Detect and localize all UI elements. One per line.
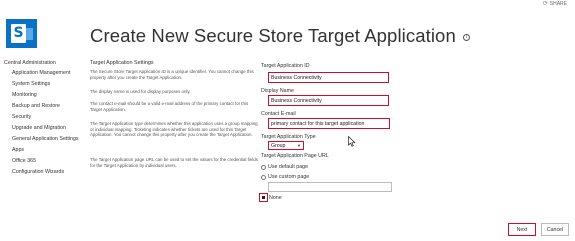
radio-default-page-circle[interactable] [261,164,266,170]
app-type-value: Group [271,142,286,149]
app-id-input[interactable]: Business Connectivity [268,72,389,83]
description-app-type: The Target Application type determines w… [90,121,258,138]
radio-none-selected[interactable] [259,193,268,202]
top-bar: ⟳ SHARE [0,0,575,9]
section-title: Target Application Settings [90,60,154,66]
description-contact-email: The contact e-mail should be a valid e-m… [90,101,249,112]
mouse-cursor-icon [348,136,356,147]
quick-launch-item[interactable]: System Settings [12,81,88,87]
app-id-label: Target Application ID [261,63,310,69]
quick-launch-item[interactable]: Central Administration [4,60,88,66]
quick-launch-nav: Central Administration Application Manage… [4,60,88,180]
quick-launch-item[interactable]: General Application Settings [12,136,88,142]
radio-custom-page-circle[interactable] [261,174,266,180]
quick-launch-item[interactable]: Application Management [12,70,88,76]
contact-email-input[interactable]: primary contact for this target applicat… [268,118,390,129]
cancel-button[interactable]: Cancel [541,223,569,236]
info-icon[interactable]: i [463,33,471,41]
page-title-text: Create New Secure Store Target Applicati… [90,25,456,46]
description-app-id: The Secure Store Target Application ID i… [90,69,254,80]
sharepoint-logo[interactable]: S [6,19,37,48]
custom-page-url-input[interactable] [268,182,392,192]
radio-none-label: None [269,194,282,201]
contact-email-label: Contact E-mail [261,111,296,117]
radio-default-page-label: Use default page [268,164,309,170]
radio-custom-page-label: Use custom page [268,174,310,180]
description-display-name: The display name is used for display pur… [90,89,191,94]
quick-launch-item[interactable]: Configuration Wizards [12,169,88,175]
app-type-select[interactable]: Group ▼ [268,141,304,150]
display-name-input[interactable]: Business Connectivity [268,95,389,106]
page-title: Create New Secure Store Target Applicati… [90,25,471,47]
next-button[interactable]: Next [508,223,536,236]
share-label: SHARE [549,1,567,7]
radio-none[interactable]: None [259,193,282,202]
quick-launch-item[interactable]: Apps [12,147,88,153]
logo-tab-shape [25,28,33,40]
description-page-url: The Target Application page URL can be u… [90,157,258,168]
chevron-down-icon: ▼ [297,143,301,148]
app-type-label: Target Application Type [261,134,316,140]
quick-launch-item[interactable]: Backup and Restore [12,103,88,109]
logo-letter: S [11,24,26,43]
display-name-label: Display Name [261,88,294,94]
share-icon: ⟳ [542,1,548,7]
radio-custom-page[interactable]: Use custom page [261,174,309,180]
quick-launch-item[interactable]: Monitoring [12,92,88,98]
quick-launch-item[interactable]: Upgrade and Migration [12,125,88,131]
quick-launch-item[interactable]: Office 365 [12,158,88,164]
page-url-label: Target Application Page URL [261,153,329,159]
share-button[interactable]: ⟳ SHARE [543,1,567,7]
radio-default-page[interactable]: Use default page [261,164,308,170]
quick-launch-item[interactable]: Security [12,114,88,120]
